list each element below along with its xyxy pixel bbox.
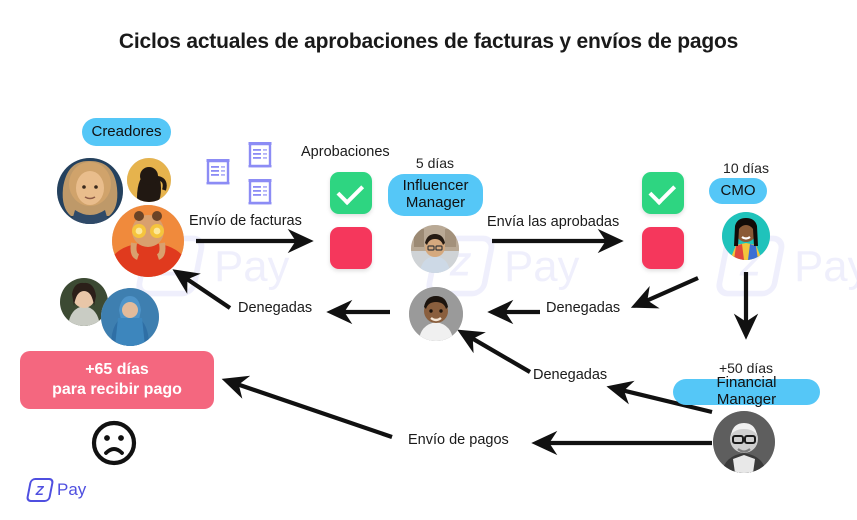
zpay-logo[interactable]: Z Pay xyxy=(25,478,87,502)
avatar-creator-1 xyxy=(57,158,123,224)
avatar-creator-2 xyxy=(127,158,171,202)
label-days-cmo: 10 días xyxy=(723,160,769,176)
avatar-influencer-manager xyxy=(411,225,459,273)
avatar-creator-3 xyxy=(112,205,184,277)
avatar-cmo xyxy=(722,212,770,260)
label-days-influencer-manager: 5 días xyxy=(415,155,455,171)
label-send-invoices: Envío de facturas xyxy=(189,213,302,229)
arrow-denied-3-diagonal xyxy=(457,329,532,374)
result-box-days-to-payment: +65 días para recibir pago xyxy=(20,351,214,409)
badge-financial-manager[interactable]: Financial Manager xyxy=(673,374,820,408)
label-denied-1: Denegadas xyxy=(238,300,313,316)
watermark-text: Pay xyxy=(214,240,290,290)
label-denied-3: Denegadas xyxy=(533,367,608,383)
arrow-denied-to-creators-diagonal xyxy=(172,269,232,310)
avatar-reviewer xyxy=(409,287,463,341)
arrow-to-result-box xyxy=(221,375,393,439)
deny-box-2[interactable] xyxy=(642,227,684,269)
avatar-creator-5 xyxy=(101,288,159,346)
watermark-text: Pay xyxy=(794,240,857,290)
badge-influencer-manager[interactable]: Influencer Manager xyxy=(388,174,483,216)
deny-box-1[interactable] xyxy=(330,227,372,269)
label-send-approved: Envía las aprobadas xyxy=(487,214,620,230)
check-mark-icon xyxy=(336,177,365,205)
badge-cmo[interactable]: CMO xyxy=(709,178,767,204)
zpay-logo-text: Pay xyxy=(57,480,87,499)
approve-check-box-2[interactable] xyxy=(642,172,684,214)
check-mark-icon xyxy=(648,177,677,205)
zpay-z-icon: Z xyxy=(25,478,55,502)
label-aprobaciones: Aprobaciones xyxy=(301,144,390,160)
page-title: Ciclos actuales de aprobaciones de factu… xyxy=(118,30,739,53)
label-send-payments: Envío de pagos xyxy=(408,432,509,448)
avatar-financial-manager xyxy=(713,411,775,473)
invoice-document-icon xyxy=(248,141,272,174)
invoice-document-icon xyxy=(206,158,230,191)
approve-check-box-1[interactable] xyxy=(330,172,372,214)
arrow-denied-from-cmo xyxy=(630,276,699,309)
label-denied-2: Denegadas xyxy=(546,300,621,316)
badge-creadores[interactable]: Creadores xyxy=(82,118,171,146)
diagram-canvas: Z Pay Z Pay Z Pay Ciclos actuales de apr… xyxy=(0,0,857,520)
invoice-document-icon xyxy=(248,178,272,211)
sad-face-icon xyxy=(90,419,138,472)
watermark-text: Pay xyxy=(504,240,580,290)
